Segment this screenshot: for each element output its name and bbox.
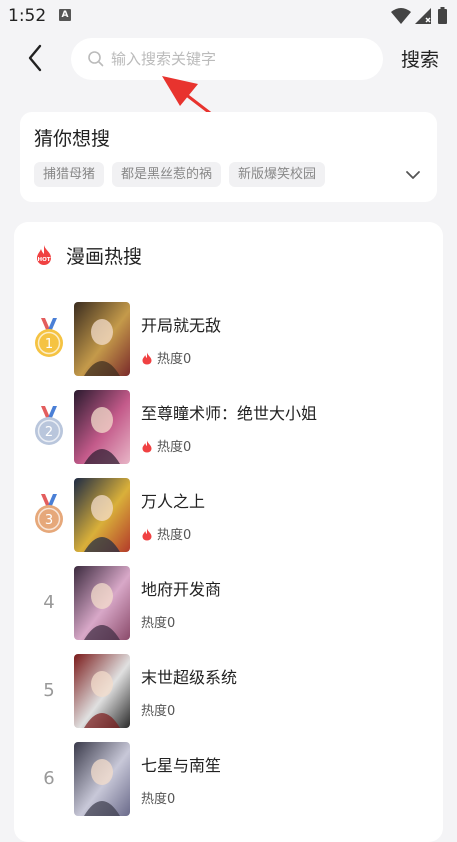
heat-text: 热度0 <box>157 352 192 367</box>
medal-rank-number: 1 <box>45 337 53 352</box>
heat-value: 热度0 <box>141 524 191 543</box>
heat-value: 热度0 <box>141 436 191 455</box>
rank-number: 6 <box>43 768 55 789</box>
comic-cover-image <box>74 742 130 816</box>
comic-title: 开局就无敌 <box>141 316 222 335</box>
comic-cover-image <box>74 566 130 640</box>
hot-search-title: 漫画热搜 <box>66 246 143 268</box>
svg-text:HOT: HOT <box>37 257 50 263</box>
back-button[interactable] <box>22 40 52 76</box>
chevron-left-icon <box>28 44 42 72</box>
comic-cover-image <box>74 390 130 464</box>
chevron-down-icon[interactable] <box>405 168 421 182</box>
notification-icon: A <box>59 9 71 21</box>
comic-title: 万人之上 <box>141 492 206 511</box>
comic-title: 末世超级系统 <box>141 668 238 687</box>
comic-cover-image <box>74 302 130 376</box>
rank-item[interactable]: 4 地府开发商热度0 <box>14 564 443 642</box>
heat-text: 热度0 <box>141 704 176 719</box>
rank-item[interactable]: 2 至尊瞳术师：绝世大小姐 热度0 <box>14 388 443 466</box>
comic-title: 七星与南笙 <box>141 756 222 775</box>
comic-cover-image <box>74 654 130 728</box>
status-bar: 1:52 A <box>0 0 457 32</box>
comic-cover-image <box>74 478 130 552</box>
rank-item[interactable]: 1 开局就无敌 热度0 <box>14 300 443 378</box>
medal-rank-number: 3 <box>45 513 53 528</box>
search-button[interactable]: 搜索 <box>401 45 439 72</box>
heat-text: 热度0 <box>141 616 176 631</box>
status-time: 1:52 <box>8 6 47 26</box>
heat-fire-icon <box>142 440 152 453</box>
comic-title: 地府开发商 <box>141 580 222 599</box>
search-icon <box>88 51 104 67</box>
status-icons <box>391 7 447 24</box>
guess-title: 猜你想搜 <box>34 128 111 150</box>
search-bar[interactable] <box>71 38 383 80</box>
bronze-medal-icon: 3 <box>35 494 63 533</box>
heat-text: 热度0 <box>157 440 192 455</box>
hot-search-card: HOT 漫画热搜 1 开局就无敌 热度0 2 至尊瞳术师：绝世大小姐 热度0 3… <box>14 222 443 842</box>
rank-number: 4 <box>43 592 55 613</box>
guess-tags: 捕猎母猪 都是黑丝惹的祸 新版爆笑校园 <box>34 162 326 187</box>
gold-medal-icon: 1 <box>35 318 63 357</box>
search-input[interactable] <box>111 38 371 80</box>
rank-number: 5 <box>43 680 55 701</box>
heat-value: 热度0 <box>141 788 175 807</box>
rank-item[interactable]: 6 七星与南笙热度0 <box>14 740 443 818</box>
wifi-icon <box>391 8 411 24</box>
heat-fire-icon <box>142 352 152 365</box>
search-tag[interactable]: 都是黑丝惹的祸 <box>112 162 222 187</box>
heat-text: 热度0 <box>157 528 192 543</box>
heat-value: 热度0 <box>141 348 191 367</box>
rank-item[interactable]: 3 万人之上 热度0 <box>14 476 443 554</box>
signal-icon <box>415 8 431 24</box>
search-tag[interactable]: 新版爆笑校园 <box>229 162 326 187</box>
medal-rank-number: 2 <box>45 425 53 440</box>
hot-fire-icon: HOT <box>37 245 51 265</box>
rank-item[interactable]: 5 末世超级系统热度0 <box>14 652 443 730</box>
silver-medal-icon: 2 <box>35 406 63 445</box>
search-tag[interactable]: 捕猎母猪 <box>34 162 105 187</box>
battery-icon <box>438 7 447 24</box>
comic-title: 至尊瞳术师：绝世大小姐 <box>141 404 318 423</box>
heat-text: 热度0 <box>141 792 176 807</box>
heat-value: 热度0 <box>141 612 175 631</box>
guess-card: 猜你想搜 捕猎母猪 都是黑丝惹的祸 新版爆笑校园 <box>20 112 437 202</box>
heat-value: 热度0 <box>141 700 175 719</box>
heat-fire-icon <box>142 528 152 541</box>
